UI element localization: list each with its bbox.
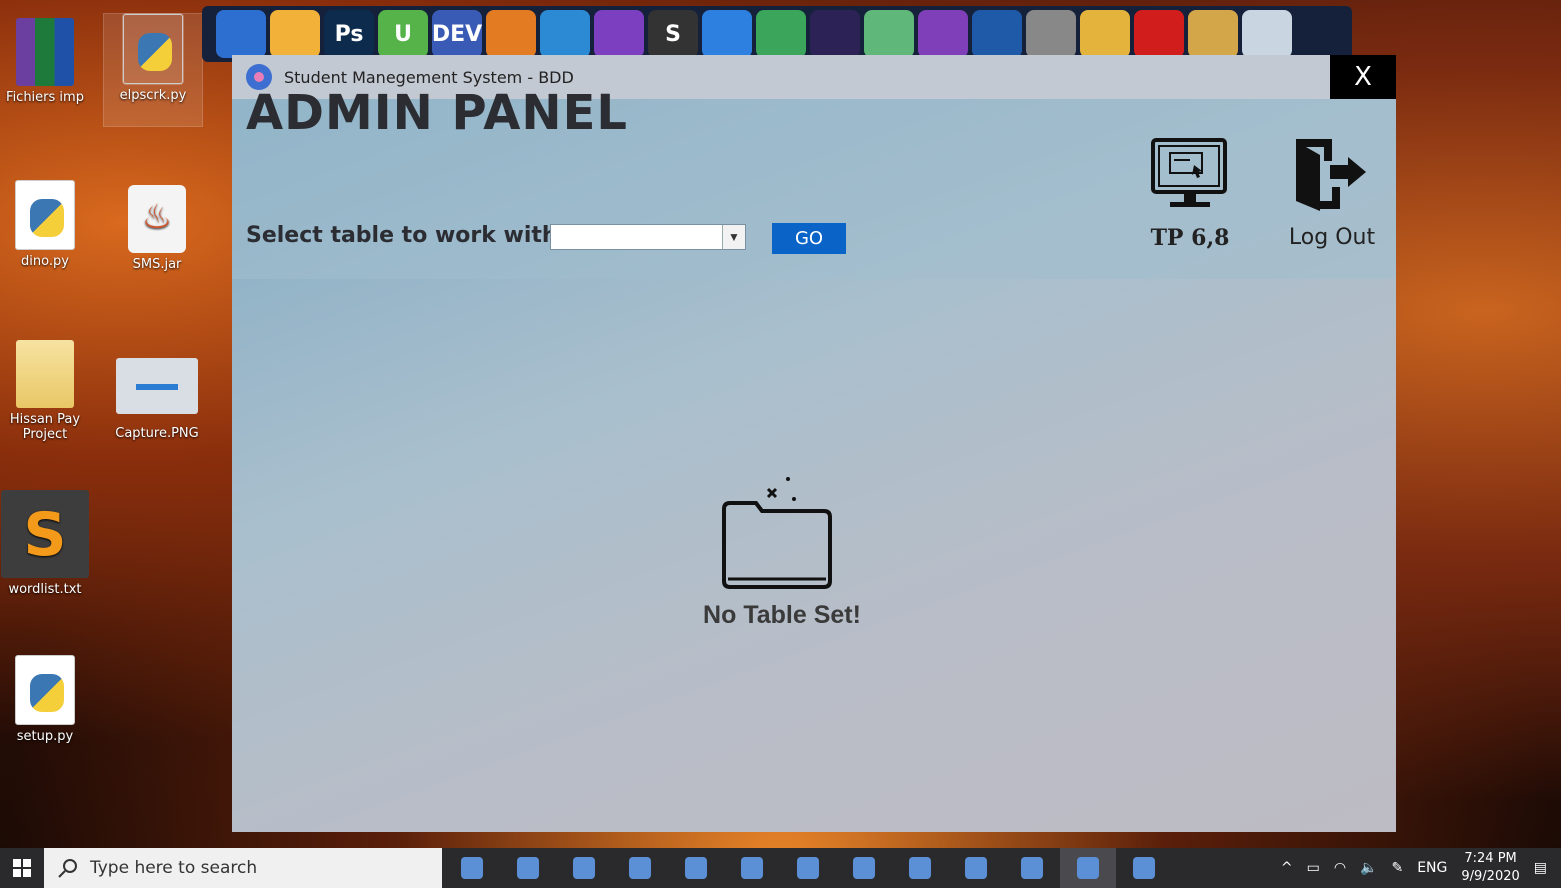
desktop-icon-elpscrk[interactable]: elpscrk.py (103, 13, 203, 127)
battery-icon[interactable]: ▭ (1307, 860, 1320, 876)
desktop-icon-label: Hissan Pay Project (9, 412, 81, 442)
opera-icon[interactable] (892, 848, 948, 888)
tp-label: TP 6,8 (1150, 225, 1230, 251)
notifications-icon[interactable]: ▤ (1534, 860, 1547, 876)
app-window: Student Manegement System - BDD X ADMIN … (232, 55, 1396, 832)
go-button[interactable]: GO (772, 223, 846, 254)
recycle-bin-icon[interactable] (1242, 10, 1292, 58)
show-hidden-icons-icon[interactable]: ^ (1281, 860, 1293, 876)
store-icon[interactable] (724, 848, 780, 888)
desktop-icon-dino[interactable]: dino.py (0, 180, 95, 269)
desktop-icon-label: dino.py (21, 254, 69, 269)
empty-folder-icon (720, 475, 836, 596)
task-view-icon[interactable] (444, 848, 500, 888)
desktop-icon-fichiers-imp[interactable]: Fichiers imp (0, 18, 95, 105)
photos-icon[interactable] (1116, 848, 1172, 888)
monitor-icon[interactable] (1150, 137, 1230, 218)
clock[interactable]: 7:24 PM 9/9/2020 (1461, 850, 1519, 886)
window-title: Student Manegement System - BDD (284, 67, 574, 87)
game-icon[interactable] (1004, 848, 1060, 888)
android-studio-icon[interactable] (756, 10, 806, 58)
vscode-icon[interactable] (540, 10, 590, 58)
chevron-down-icon[interactable]: ▼ (722, 225, 745, 249)
sublime-icon[interactable]: S (648, 10, 698, 58)
logout-icon[interactable] (1292, 135, 1372, 220)
java-file-icon (128, 185, 186, 253)
sublime-file-icon (1, 490, 89, 578)
snipping-icon[interactable] (780, 848, 836, 888)
lightning-icon[interactable] (702, 10, 752, 58)
student-app-icon[interactable] (1060, 848, 1116, 888)
desktop-icon-label: setup.py (16, 729, 74, 744)
sublime-icon[interactable] (948, 848, 1004, 888)
winrar-archive-icon (16, 18, 74, 86)
close-button[interactable]: X (1330, 55, 1396, 99)
desktop-icon-capture[interactable]: Capture.PNG (107, 358, 207, 441)
system-tray: ^ ▭ ◠ 🔈 ✎ ENG 7:24 PM 9/9/2020 ▤ (1281, 848, 1561, 888)
python-file-icon (122, 13, 184, 85)
folder-icon[interactable] (270, 10, 320, 58)
opera-icon[interactable] (1134, 10, 1184, 58)
chrome-icon[interactable] (1080, 10, 1130, 58)
taskbar-search[interactable]: Type here to search (44, 848, 442, 888)
taskbar: Type here to search ^ ▭ ◠ 🔈 ✎ ENG 7:24 P… (0, 848, 1561, 888)
desktop-icon-hissan-pay[interactable]: Hissan Pay Project (0, 340, 95, 442)
desktop-icon-wordlist[interactable]: wordlist.txt (0, 490, 95, 597)
desktop-icon-label: elpscrk.py (119, 88, 187, 103)
eclipse-icon[interactable] (810, 10, 860, 58)
utorrent-icon[interactable]: U (378, 10, 428, 58)
terminal-icon[interactable] (556, 848, 612, 888)
wrench-icon[interactable] (1188, 10, 1238, 58)
blender-icon[interactable] (486, 10, 536, 58)
file-explorer-icon[interactable] (612, 848, 668, 888)
windows-start-icon[interactable] (0, 848, 44, 888)
language-indicator[interactable]: ENG (1417, 860, 1447, 876)
edge-icon[interactable] (500, 848, 556, 888)
page-title: ADMIN PANEL (246, 85, 628, 141)
folder-icon (16, 340, 74, 408)
downloads-icon[interactable] (216, 10, 266, 58)
search-icon (58, 859, 77, 878)
photoshop-icon[interactable]: Ps (324, 10, 374, 58)
desktop-icon-setup[interactable]: setup.py (0, 655, 95, 744)
clock-time: 7:24 PM (1464, 851, 1517, 866)
desktop-icon-label: Capture.PNG (115, 426, 199, 441)
logout-label[interactable]: Log Out (1282, 225, 1382, 250)
word-icon[interactable] (668, 848, 724, 888)
desktop-icon-label: SMS.jar (132, 257, 182, 272)
visual-studio-icon[interactable] (594, 10, 644, 58)
desktop-icon-label: wordlist.txt (8, 582, 82, 597)
app-dock: Ps U DEV S (202, 6, 1352, 62)
tools-icon[interactable] (1026, 10, 1076, 58)
devcpp-icon[interactable]: DEV (432, 10, 482, 58)
tor-icon[interactable] (918, 10, 968, 58)
image-file-icon (116, 358, 198, 414)
powershell-icon[interactable] (836, 848, 892, 888)
virtualbox-icon[interactable] (972, 10, 1022, 58)
desktop-icon-label: Fichiers imp (6, 90, 84, 105)
atom-icon[interactable] (864, 10, 914, 58)
python-file-icon (15, 180, 75, 250)
clock-date: 9/9/2020 (1461, 869, 1520, 884)
desktop-icon-sms-jar[interactable]: SMS.jar (107, 185, 207, 272)
empty-state-message: No Table Set! (703, 601, 861, 629)
search-placeholder: Type here to search (90, 858, 258, 878)
wifi-icon[interactable]: ◠ (1334, 860, 1346, 876)
table-select-dropdown[interactable]: ▼ (550, 224, 746, 250)
python-file-icon (15, 655, 75, 725)
volume-icon[interactable]: 🔈 (1360, 860, 1377, 876)
select-table-label: Select table to work with : (246, 223, 575, 248)
pen-icon[interactable]: ✎ (1391, 860, 1403, 876)
